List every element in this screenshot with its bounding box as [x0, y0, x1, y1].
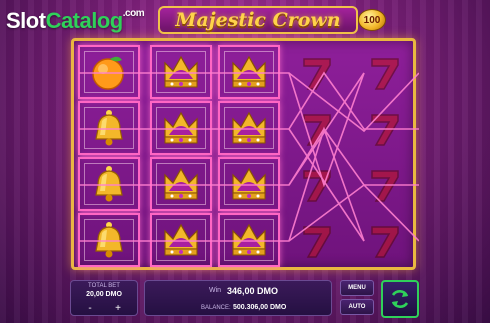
- crown-icon: [232, 111, 266, 144]
- crown-icon: [164, 223, 198, 256]
- win-label: Win: [209, 287, 222, 294]
- reel-cell: [150, 213, 212, 267]
- bell-icon: [95, 166, 123, 202]
- reel-cell: [286, 157, 348, 211]
- reel-cell: [354, 213, 416, 267]
- reel-frame: [71, 38, 419, 270]
- increase-bet-button[interactable]: +: [111, 303, 125, 315]
- watermark-part3: .com: [122, 8, 145, 19]
- reel-cell: [78, 213, 140, 267]
- reel-cell: [354, 101, 416, 155]
- menu-button[interactable]: MENU: [340, 280, 374, 296]
- reel-cell: [150, 157, 212, 211]
- decrease-bet-button[interactable]: -: [83, 303, 97, 315]
- reel-cell: [78, 157, 140, 211]
- crown-icon: [232, 223, 266, 256]
- reel-cell: [286, 45, 348, 99]
- seven-icon: [371, 170, 399, 202]
- reel-cell: [218, 45, 280, 99]
- seven-icon: [303, 58, 331, 90]
- balance-label: BALANCE:: [201, 305, 231, 311]
- reel-cell: [286, 213, 348, 267]
- reel-5: [354, 45, 416, 267]
- refresh-icon: [391, 290, 409, 308]
- crown-icon: [232, 55, 266, 88]
- seven-icon: [371, 114, 399, 146]
- reel-cell: [78, 101, 140, 155]
- reel-4: [286, 45, 348, 267]
- seven-icon: [303, 170, 331, 202]
- seven-icon: [303, 114, 331, 146]
- reel-cell: [286, 101, 348, 155]
- balance-value: 500.306,00 DMO: [233, 304, 287, 311]
- orange-icon: [92, 56, 124, 90]
- bell-icon: [95, 222, 123, 258]
- total-bet-panel: TOTAL BET 20,00 DMO - +: [70, 280, 138, 316]
- badge-coin: 100: [358, 9, 386, 31]
- total-bet-label: TOTAL BET: [88, 283, 120, 289]
- reel-cell: [218, 157, 280, 211]
- win-value: 346,00 DMO: [227, 286, 279, 296]
- reel-cell: [150, 45, 212, 99]
- badge-value: 100: [363, 14, 381, 26]
- reel-cell: [218, 213, 280, 267]
- crown-icon: [164, 111, 198, 144]
- game-title: Majestic Crown: [175, 9, 341, 31]
- reel-cell: [78, 45, 140, 99]
- watermark-part2: Catalog: [45, 8, 124, 33]
- crown-icon: [164, 55, 198, 88]
- seven-icon: [303, 226, 331, 258]
- reel-2: [150, 45, 212, 267]
- game-title-banner: Majestic Crown: [158, 6, 358, 34]
- reel-cell: [150, 101, 212, 155]
- reel-cell: [354, 45, 416, 99]
- win-balance-panel: Win 346,00 DMO BALANCE: 500.306,00 DMO: [144, 280, 332, 316]
- bell-icon: [95, 110, 123, 146]
- total-bet-value: 20,00 DMO: [86, 291, 122, 298]
- reel-cell: [218, 101, 280, 155]
- crown-icon: [232, 167, 266, 200]
- auto-button[interactable]: AUTO: [340, 299, 374, 315]
- reel-cell: [354, 157, 416, 211]
- reel-3: [218, 45, 280, 267]
- seven-icon: [371, 58, 399, 90]
- reel-1: [78, 45, 140, 267]
- seven-icon: [371, 226, 399, 258]
- watermark-part1: Slot: [6, 8, 46, 33]
- watermark-logo: SlotCatalog.com: [6, 8, 145, 38]
- crown-icon: [164, 167, 198, 200]
- spin-button[interactable]: [381, 280, 419, 318]
